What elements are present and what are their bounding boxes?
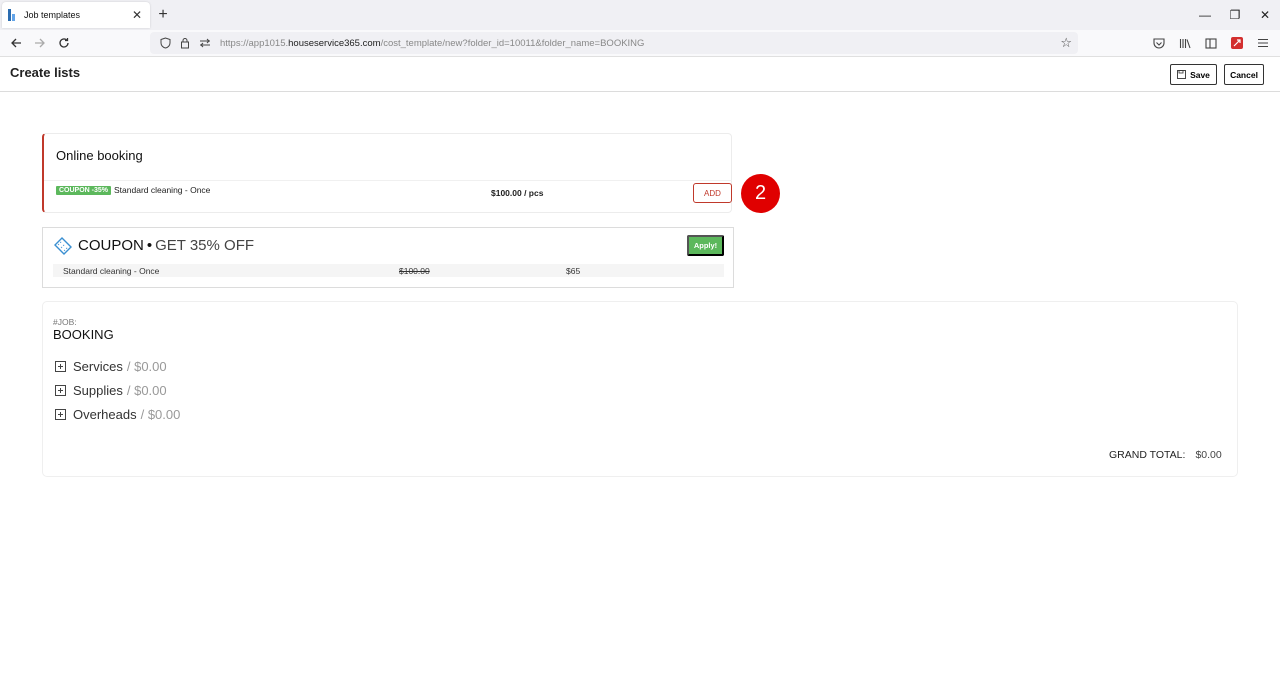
discounted-price: $65 [566,266,581,276]
tab-title: Job templates [24,10,81,20]
coupon-service-name: Standard cleaning - Once [63,266,160,276]
coupon-item-row: Standard cleaning - Once $100.00 $65 [53,264,724,277]
url-bar[interactable]: https://app1015.houseservice365.com/cost… [150,32,1078,54]
section-amount: / $0.00 [126,383,167,398]
expand-plus-icon[interactable] [55,409,66,420]
apply-coupon-button[interactable]: Apply! [687,235,724,256]
expand-plus-icon[interactable] [55,385,66,396]
minimize-icon[interactable]: — [1190,0,1220,30]
browser-tabbar: Job templates ✕ + — ❐ ✕ [0,0,1280,30]
coupon-badge: COUPON -35% [56,186,112,195]
close-window-icon[interactable]: ✕ [1250,0,1280,30]
restore-icon[interactable]: ❐ [1220,0,1250,30]
app-header: Create lists Save Cancel [0,57,1280,92]
lock-icon[interactable] [178,36,192,50]
section-amount: / $0.00 [140,407,181,422]
browser-toolbar [1150,34,1272,52]
booking-item-row: COUPON -35% Standard cleaning - Once $10… [44,180,732,212]
add-button[interactable]: ADD [693,183,732,203]
coupon-heading-title: COUPON [78,237,144,254]
site-favicon-icon [8,9,18,21]
browser-tab[interactable]: Job templates ✕ [2,2,150,28]
coupon-tag-icon [54,237,72,255]
shield-icon[interactable] [158,36,172,50]
bookmark-star-icon[interactable]: ☆ [1060,35,1072,51]
forward-icon[interactable] [31,34,49,52]
page-title: Create lists [10,65,81,80]
section-name: Services [73,359,123,374]
permissions-icon[interactable] [198,36,212,50]
sidebar-icon[interactable] [1202,34,1220,52]
section-overheads[interactable]: Overheads / $0.00 [55,407,180,422]
back-icon[interactable] [7,34,25,52]
booking-price: $100.00 / pcs [491,188,544,198]
tab-close-icon[interactable]: ✕ [130,8,144,22]
save-button[interactable]: Save [1170,64,1217,85]
library-icon[interactable] [1176,34,1194,52]
coupon-heading: COUPON • GET 35% OFF [78,237,254,254]
cancel-button[interactable]: Cancel [1224,64,1264,85]
step-marker: 2 [741,174,780,213]
coupon-offer: GET 35% OFF [155,237,255,254]
save-label: Save [1190,69,1210,80]
job-card: #JOB: BOOKING Services / $0.00 Supplies … [42,301,1238,477]
grand-total: GRAND TOTAL: $0.00 [1109,449,1222,461]
expand-plus-icon[interactable] [55,361,66,372]
new-tab-button[interactable]: + [155,6,171,24]
grand-total-value: $0.00 [1195,449,1222,461]
online-booking-card: Online booking COUPON -35% Standard clea… [42,133,732,213]
section-services[interactable]: Services / $0.00 [55,359,167,374]
job-name: BOOKING [53,327,114,342]
window-controls: — ❐ ✕ [1190,0,1280,30]
pocket-icon[interactable] [1150,34,1168,52]
original-price: $100.00 [399,266,430,276]
url-text: https://app1015.houseservice365.com/cost… [220,37,645,49]
job-label: #JOB: [53,317,77,327]
browser-navbar: https://app1015.houseservice365.com/cost… [0,30,1280,57]
save-icon [1177,70,1187,79]
reload-icon[interactable] [55,34,73,52]
booking-service-name: Standard cleaning - Once [114,185,211,195]
section-supplies[interactable]: Supplies / $0.00 [55,383,167,398]
coupon-card: COUPON • GET 35% OFF Apply! Standard clean… [42,227,734,288]
grand-total-label: GRAND TOTAL: [1109,449,1186,461]
menu-icon[interactable] [1254,34,1272,52]
section-name: Overheads [73,407,137,422]
coupon-separator: • [146,237,153,254]
section-name: Supplies [73,383,123,398]
booking-title: Online booking [56,148,143,163]
section-amount: / $0.00 [126,359,167,374]
extension-icon[interactable] [1228,34,1246,52]
